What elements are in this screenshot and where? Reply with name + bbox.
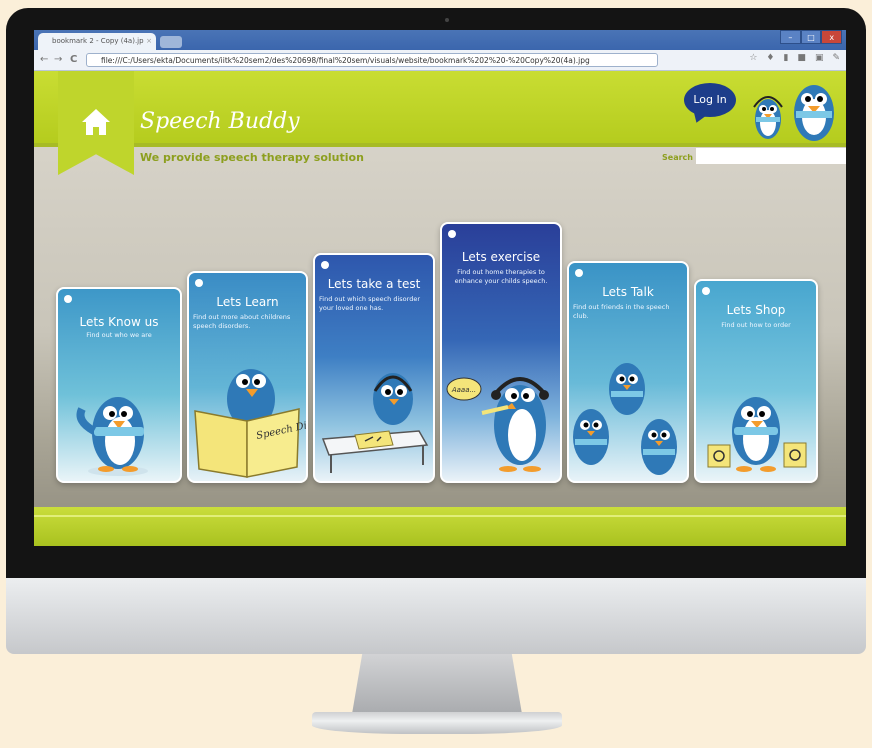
close-window-button[interactable]: x [821,30,843,44]
card-lets-learn[interactable]: Lets Learn Find out more about childrens… [187,271,308,483]
star-icon[interactable]: ☆ [749,53,757,63]
card-lets-exercise[interactable]: Lets exercise Find out home therapies to… [440,222,562,483]
login-button[interactable]: Log In [684,83,736,117]
card-pin [702,287,710,295]
address-bar: ← → C file:///C:/Users/ekta/Documents/ii… [34,50,846,71]
window-controls: – □ x [780,30,843,44]
site-tagline: We provide speech therapy solution [140,151,364,164]
maximize-button[interactable]: □ [800,30,822,44]
card-description: Find out more about childrens speech dis… [193,313,291,330]
monitor-stand [352,654,522,714]
penguin-shopping-image [707,397,807,472]
penguin-writing-test-image [321,373,429,473]
reload-button[interactable]: C [70,53,77,67]
back-button[interactable]: ← [40,53,48,67]
card-pin [195,279,203,287]
header-penguins-image [753,85,834,141]
penguin-reading-book-image: Speech Disorder [194,369,306,478]
webcam-dot [445,18,449,22]
card-title: Lets take a test [327,277,421,291]
screen: bookmark 2 - Copy (4a).jp × – □ x ← → C … [34,30,846,546]
card-description: Find out which speech disorder your love… [319,295,421,312]
signal-icon[interactable]: ▮ [783,53,788,63]
penguin-exercise-image: Aaaa... [446,377,549,472]
card-title: Lets Know us [79,315,159,329]
card-lets-talk[interactable]: Lets Talk Find out friends in the speech… [567,261,689,483]
header-divider [34,143,846,147]
penguins-talking-image [573,363,677,475]
card-description: Find out who we are [86,331,152,339]
home-ribbon[interactable] [58,71,134,175]
web-page: Speech Buddy We provide speech therapy s… [34,71,846,546]
monitor-base [312,712,562,734]
browser-tab[interactable]: bookmark 2 - Copy (4a).jp × [38,33,156,50]
speech-bubble-text: Aaaa... [451,386,476,394]
card-pin [448,230,456,238]
wrench-icon[interactable]: ✎ [832,53,840,63]
url-field[interactable]: file:///C:/Users/ekta/Documents/iitk%20s… [86,53,658,67]
card-lets-shop[interactable]: Lets Shop Find out how to order [694,279,818,483]
forward-button[interactable]: → [54,53,62,67]
card-pin [575,269,583,277]
card-title: Lets Learn [216,295,279,309]
card-pin [64,295,72,303]
card-title: Lets exercise [461,250,541,264]
card-lets-take-a-test[interactable]: Lets take a test Find out which speech d… [313,253,435,483]
search-input[interactable] [696,148,846,164]
new-tab-button[interactable] [160,36,182,48]
search-label: Search [662,153,693,162]
browser-tab-bar: bookmark 2 - Copy (4a).jp × – □ x [34,30,846,50]
penguin-waving-image [76,397,148,476]
monitor-chin [6,578,866,654]
page-icon[interactable]: ▣ [815,53,824,63]
extension-icon[interactable]: ■ [797,53,806,63]
url-text: file:///C:/Users/ekta/Documents/iitk%20s… [101,56,590,65]
card-description: Find out how to order [721,321,791,329]
card-lets-know-us[interactable]: Lets Know us Find out who we are [56,287,182,483]
card-title: Lets Shop [726,303,786,317]
tab-title: bookmark 2 - Copy (4a).jp [52,37,144,45]
card-title: Lets Talk [602,285,654,299]
toolbar-icons: ☆ ♦ ▮ ■ ▣ ✎ [749,53,840,63]
tab-close-icon[interactable]: × [146,33,152,50]
card-description: Find out home therapies to enhance your … [454,268,548,285]
home-icon[interactable] [80,107,112,137]
mic-icon[interactable]: ♦ [766,53,774,63]
site-logo[interactable]: Speech Buddy [140,109,300,134]
card-pin [321,261,329,269]
card-description: Find out friends in the speech club. [573,303,670,320]
footer-bar [34,507,846,546]
minimize-button[interactable]: – [780,30,801,44]
